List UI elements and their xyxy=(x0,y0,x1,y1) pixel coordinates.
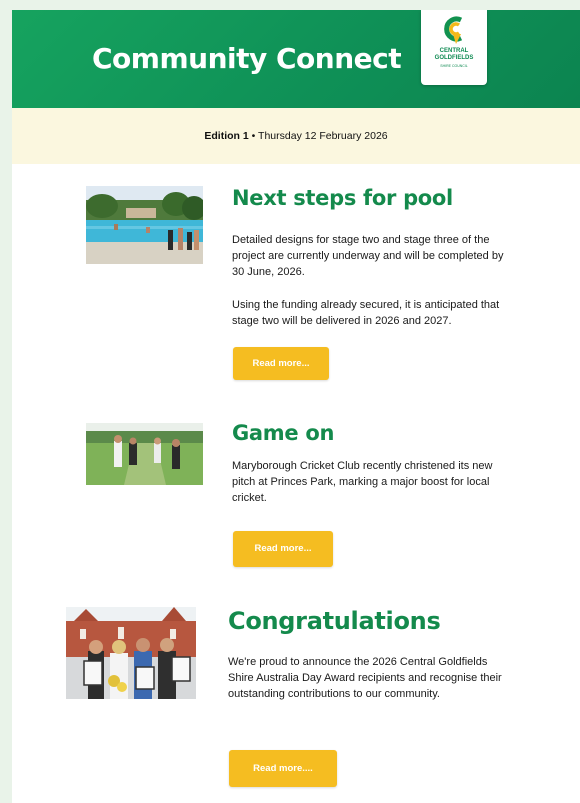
council-logo[interactable]: CENTRAL GOLDFIELDS SHIRE COUNCIL xyxy=(421,10,487,85)
edition-bar: Edition 1 • Thursday 12 February 2026 xyxy=(12,108,580,164)
logo-text: CENTRAL GOLDFIELDS xyxy=(434,48,474,61)
article-paragraph: Maryborough Cricket Club recently christ… xyxy=(232,460,493,504)
article-title: Congratulations xyxy=(228,607,441,635)
read-more-button[interactable]: Read more... xyxy=(233,531,333,567)
edition-date: Thursday 12 February 2026 xyxy=(258,130,388,142)
newsletter-title: Community Connect xyxy=(92,42,402,75)
cricket-photo[interactable] xyxy=(86,423,203,485)
article-paragraph: We're proud to announce the 2026 Central… xyxy=(228,656,502,700)
awards-photo[interactable] xyxy=(66,607,196,699)
edition-separator: • xyxy=(248,130,259,142)
council-logo-icon xyxy=(444,16,463,44)
edition-label: Edition 1 xyxy=(204,130,249,142)
read-more-button[interactable]: Read more.... xyxy=(229,750,337,787)
pool-photo[interactable] xyxy=(86,186,203,264)
awards-photo-image xyxy=(66,607,196,699)
logo-subtext: SHIRE COUNCIL xyxy=(440,64,468,68)
header-banner: Community Connect CENTRAL GOLDFIELDS SHIR… xyxy=(12,10,580,108)
cricket-photo-image xyxy=(86,423,203,485)
pool-photo-image xyxy=(86,186,203,264)
article-paragraph: Using the funding already secured, it is… xyxy=(232,299,500,327)
newsletter-page: Community Connect CENTRAL GOLDFIELDS SHIR… xyxy=(12,10,580,803)
article-title: Next steps for pool xyxy=(232,186,453,210)
read-more-button[interactable]: Read more... xyxy=(233,347,329,380)
article-title: Game on xyxy=(232,421,335,445)
article-paragraph: Detailed designs for stage two and stage… xyxy=(232,234,504,278)
